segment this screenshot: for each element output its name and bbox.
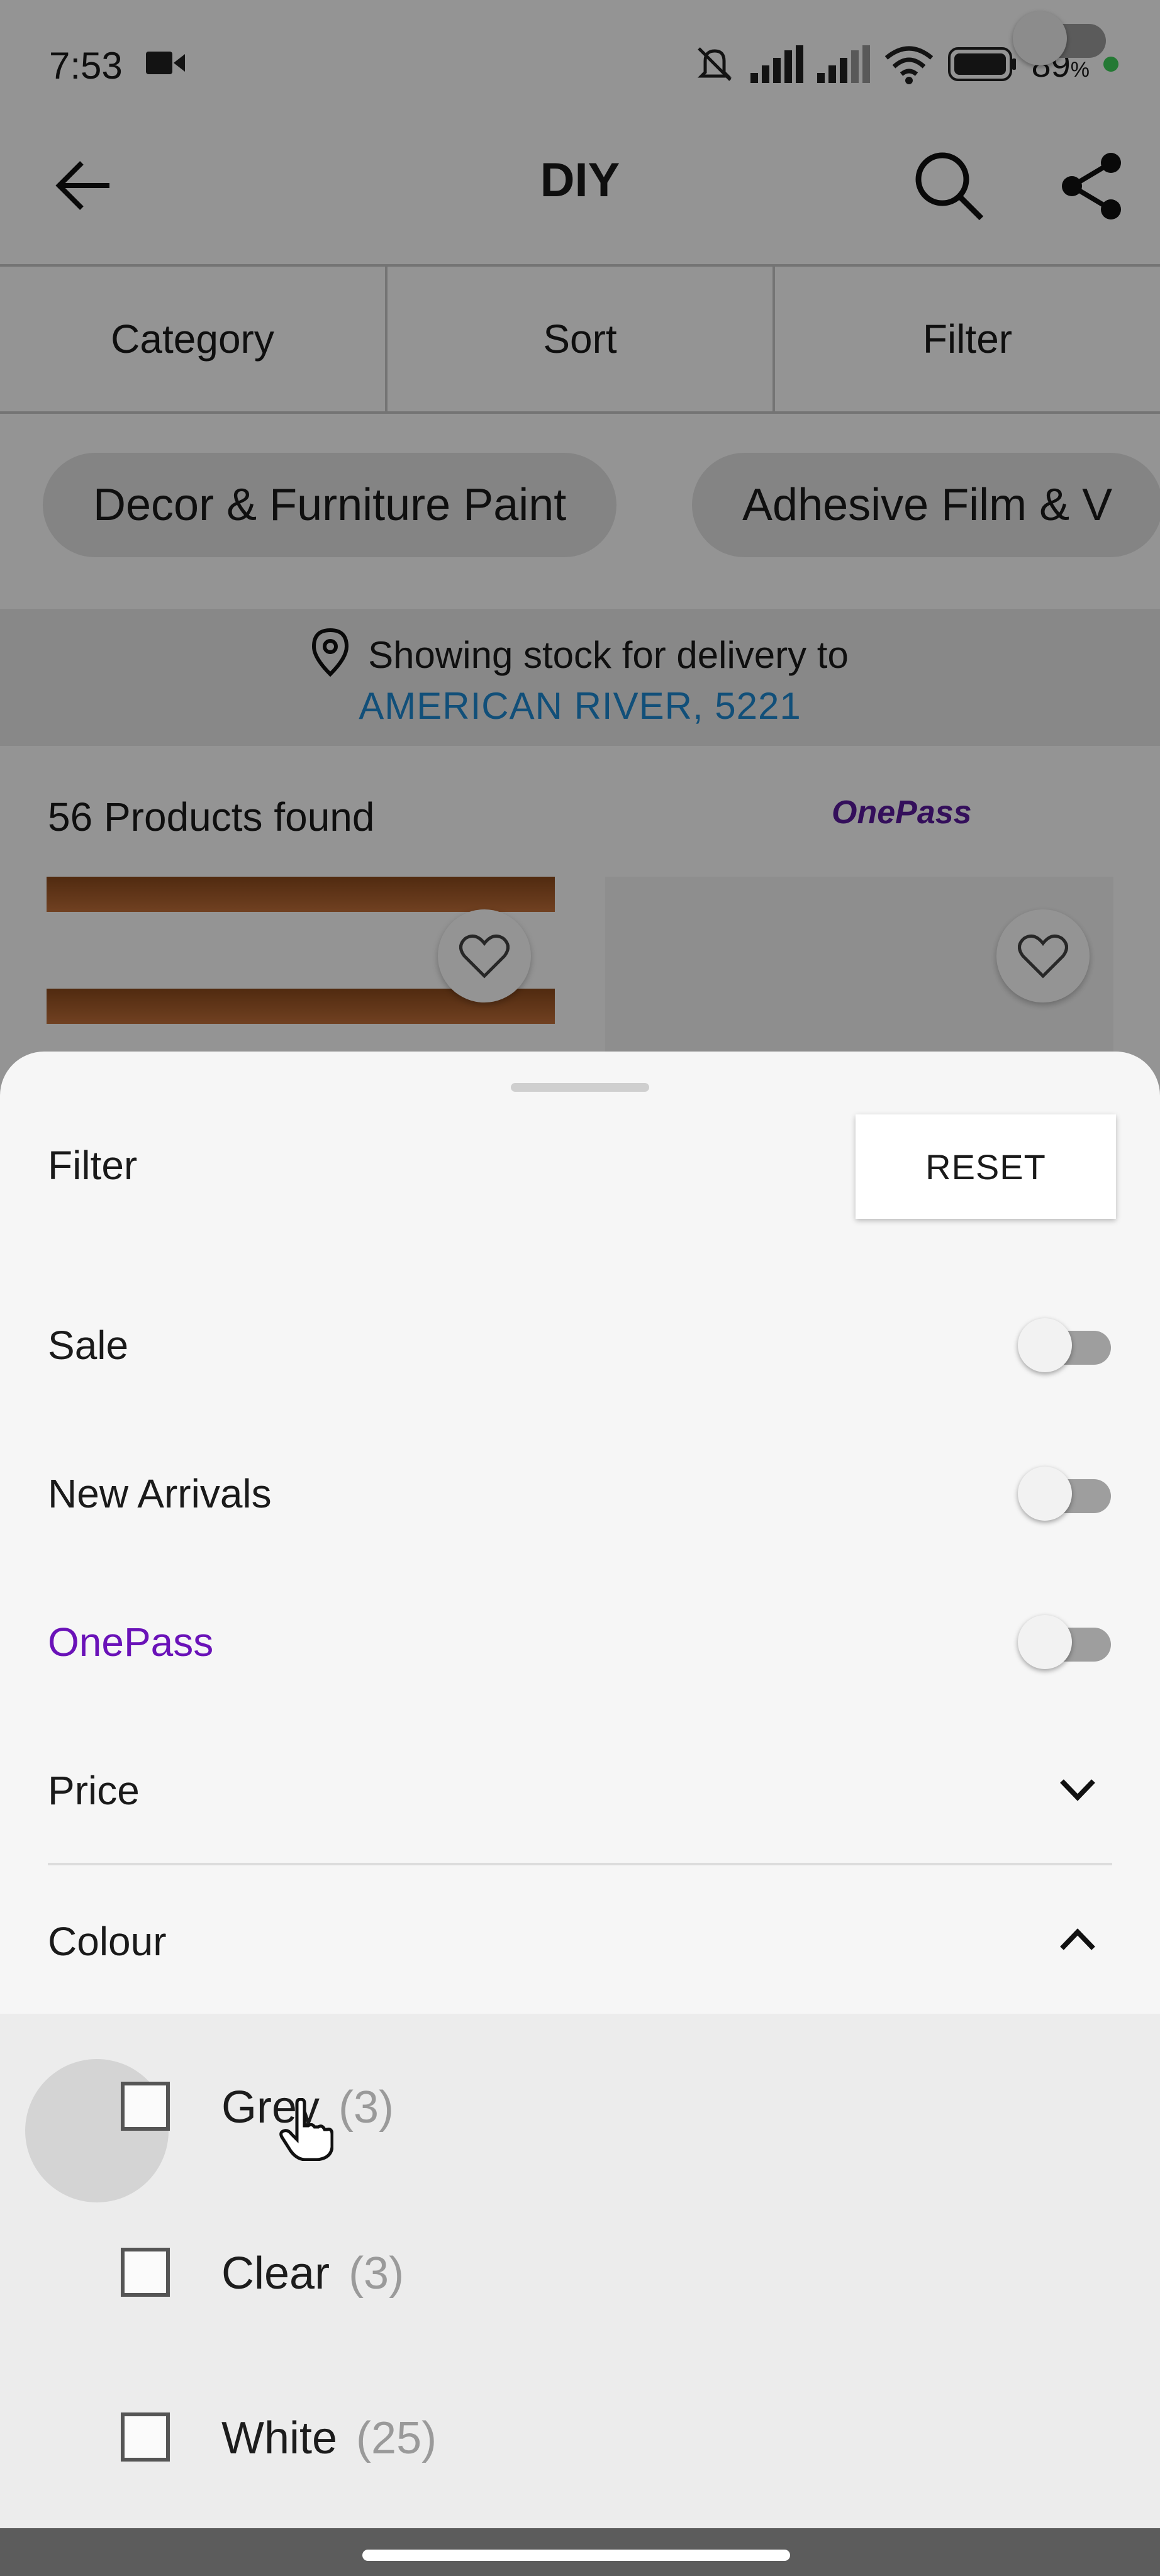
filter-row-sale: Sale	[48, 1307, 1112, 1382]
colour-options-list: Grey (3) Clear (3) White (25)	[0, 2014, 1160, 2528]
system-nav-bar	[0, 2528, 1160, 2576]
colour-option-clear[interactable]: Clear (3)	[121, 2235, 1001, 2311]
filter-sheet-title: Filter	[48, 1143, 138, 1188]
colour-accordion-header[interactable]: Colour	[48, 1903, 1112, 1979]
colour-option-label: Clear (3)	[221, 2248, 404, 2299]
checkbox[interactable]	[121, 2248, 170, 2297]
chevron-down-icon	[1060, 1779, 1095, 1801]
reset-button[interactable]: RESET	[856, 1114, 1116, 1219]
new-arrivals-toggle[interactable]	[1018, 1467, 1112, 1521]
price-label: Price	[48, 1768, 140, 1813]
sale-label: Sale	[48, 1323, 129, 1368]
hand-pointer-cursor-icon	[279, 2098, 333, 2161]
onepass-toggle[interactable]	[1018, 1615, 1112, 1669]
checkbox[interactable]	[121, 2412, 170, 2462]
home-gesture-bar[interactable]	[362, 2550, 790, 2561]
sheet-drag-handle[interactable]	[511, 1083, 649, 1092]
colour-label: Colour	[48, 1919, 167, 1964]
sale-toggle[interactable]	[1018, 1318, 1112, 1372]
filter-row-new-arrivals: New Arrivals	[48, 1455, 1112, 1531]
filter-bottom-sheet: Filter RESET Sale New Arrivals OnePass P…	[0, 1052, 1160, 2528]
onepass-label: OnePass	[48, 1619, 214, 1665]
new-arrivals-label: New Arrivals	[48, 1471, 272, 1516]
colour-option-label: White (25)	[221, 2413, 437, 2463]
price-accordion-header[interactable]: Price	[48, 1752, 1112, 1828]
colour-option-white[interactable]: White (25)	[121, 2400, 1001, 2475]
colour-option-grey[interactable]: Grey (3)	[121, 2069, 1001, 2145]
filter-row-onepass: OnePass	[48, 1604, 1112, 1679]
section-divider	[48, 1863, 1112, 1865]
checkbox[interactable]	[121, 2082, 170, 2131]
chevron-up-icon	[1060, 1928, 1095, 1950]
